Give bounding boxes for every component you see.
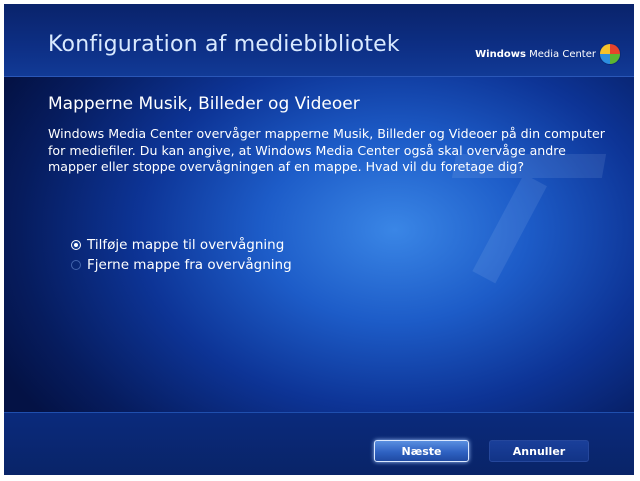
option-add-folder-label: Tilføje mappe til overvågning — [87, 237, 285, 253]
header-bar: Konfiguration af mediebibliotek Windows … — [4, 4, 634, 77]
brand-prefix: Windows — [475, 48, 526, 60]
option-add-folder[interactable]: Tilføje mappe til overvågning — [71, 235, 292, 255]
section-heading: Mapperne Musik, Billeder og Videoer — [48, 94, 360, 114]
brand-suffix: Media Center — [529, 48, 596, 60]
next-button[interactable]: Næste — [374, 440, 469, 462]
brand: Windows Media Center — [475, 44, 620, 64]
media-center-window: Konfiguration af mediebibliotek Windows … — [4, 4, 634, 475]
radio-selected-icon[interactable] — [71, 240, 81, 250]
cancel-button[interactable]: Annuller — [489, 440, 589, 462]
brand-text: Windows Media Center — [475, 49, 596, 60]
page-title: Konfiguration af mediebibliotek — [48, 32, 400, 57]
description-text: Windows Media Center overvåger mapperne … — [48, 126, 605, 174]
content-area: Mapperne Musik, Billeder og Videoer Wind… — [48, 94, 618, 176]
option-remove-folder-label: Fjerne mappe fra overvågning — [87, 257, 292, 273]
option-group: Tilføje mappe til overvågning Fjerne map… — [71, 235, 292, 275]
option-remove-folder[interactable]: Fjerne mappe fra overvågning — [71, 255, 292, 275]
windows-flag-icon — [600, 44, 620, 64]
radio-unselected-icon[interactable] — [71, 260, 81, 270]
